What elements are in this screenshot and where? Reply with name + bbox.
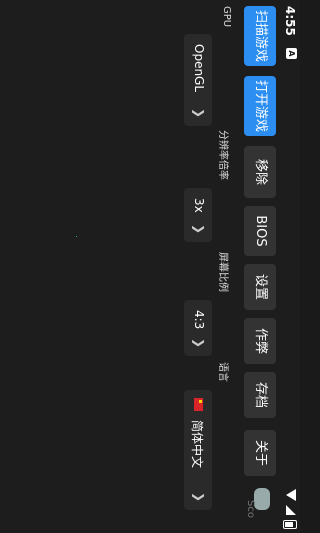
cheat-button[interactable]: 作弊 — [244, 318, 276, 364]
gpu-value: OpenGL — [192, 44, 206, 93]
chevron-down-icon: ❯ — [192, 107, 206, 119]
aspect-ratio-select[interactable]: 4:3 ❯ — [184, 300, 212, 356]
chevron-down-icon: ❯ — [192, 337, 206, 349]
stray-pixel — [76, 236, 77, 237]
language-value: 简体中文 — [190, 420, 204, 469]
resolution-select[interactable]: 3x ❯ — [184, 188, 212, 242]
aspect-ratio-label: 屏幕比例 — [217, 252, 228, 292]
chevron-down-icon: ❯ — [192, 491, 206, 503]
settings-button[interactable]: 设置 — [244, 264, 276, 310]
remove-button[interactable]: 移除 — [244, 146, 276, 198]
brand-text: Sco — [245, 500, 256, 518]
bios-button[interactable]: BIOS — [244, 206, 276, 256]
open-game-button[interactable]: 打开游戏 — [244, 76, 276, 136]
aspect-ratio-value: 4:3 — [192, 310, 206, 330]
notification-icon: A — [286, 48, 297, 59]
resolution-value: 3x — [192, 198, 206, 213]
status-bar: 4:55 A — [280, 0, 300, 533]
battery-icon — [283, 520, 297, 529]
app-screen: 4:55 A 扫描游戏 打开游戏 移除 BIOS 设置 作弊 存档 关于 Sco… — [0, 0, 300, 533]
about-button[interactable]: 关于 — [244, 430, 276, 476]
signal-icon — [286, 505, 296, 515]
china-flag-icon — [194, 398, 203, 411]
wifi-icon — [286, 489, 296, 501]
gamepad-icon — [254, 488, 270, 510]
chevron-down-icon: ❯ — [192, 223, 206, 235]
gpu-select[interactable]: OpenGL ❯ — [184, 34, 212, 126]
gpu-label: GPU — [221, 6, 232, 28]
language-label: 语言 — [217, 362, 228, 382]
resolution-label: 分辨率倍率 — [217, 130, 228, 180]
language-select[interactable]: 简体中文 ❯ — [184, 390, 212, 510]
status-time: 4:55 — [283, 6, 297, 36]
saves-button[interactable]: 存档 — [244, 372, 276, 418]
scan-games-button[interactable]: 扫描游戏 — [244, 6, 276, 66]
